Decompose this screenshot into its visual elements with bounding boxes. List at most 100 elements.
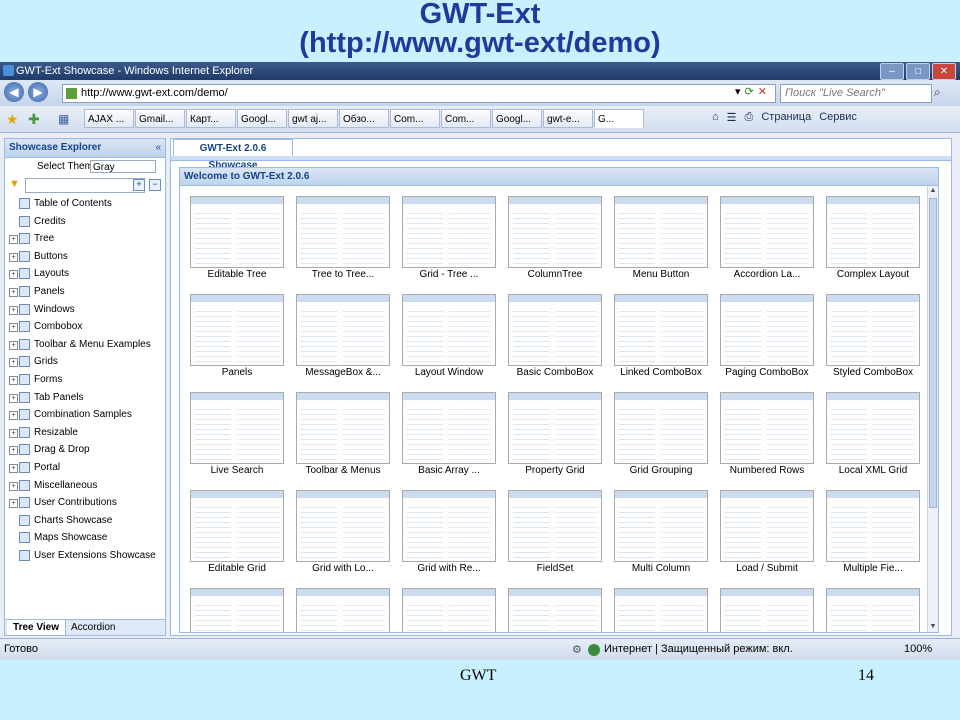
browser-tab[interactable]: Googl...	[237, 109, 287, 128]
thumbnail-image[interactable]	[190, 392, 284, 464]
page-menu[interactable]: Страница	[761, 111, 811, 124]
tree-item[interactable]: + Windows	[5, 301, 165, 319]
thumbnail-caption[interactable]: ColumnTree	[502, 269, 608, 280]
showcase-thumbnail[interactable]	[296, 588, 390, 632]
tree-item[interactable]: + Resizable	[5, 424, 165, 442]
thumbnail-caption[interactable]: Styled ComboBox	[820, 367, 926, 378]
filter-input[interactable]	[25, 178, 145, 193]
showcase-thumbnail[interactable]: ColumnTree	[508, 196, 602, 284]
thumbnail-caption[interactable]: Grid - Tree ...	[396, 269, 502, 280]
showcase-thumbnail[interactable]: Layout Window	[402, 294, 496, 382]
showcase-thumbnail[interactable]	[190, 588, 284, 632]
stop-icon[interactable]: ✕	[758, 85, 767, 98]
expand-icon[interactable]: +	[9, 428, 18, 438]
browser-tab[interactable]: Gmail...	[135, 109, 185, 128]
thumbnail-caption[interactable]: Linked ComboBox	[608, 367, 714, 378]
address-input[interactable]: http://www.gwt-ext.com/demo/	[62, 84, 776, 103]
thumbnail-image[interactable]	[402, 196, 496, 268]
browser-tab[interactable]: gwt aj...	[288, 109, 338, 128]
showcase-thumbnail[interactable]: Editable Grid	[190, 490, 284, 578]
showcase-thumbnail[interactable]	[402, 588, 496, 632]
thumbnail-image[interactable]	[190, 196, 284, 268]
tab-accordion[interactable]: Accordion	[71, 620, 115, 635]
scroll-down-icon[interactable]: ▼	[928, 622, 938, 632]
quick-tabs-icon[interactable]: ▦	[58, 112, 69, 126]
expand-icon[interactable]: +	[9, 446, 18, 456]
scroll-thumb[interactable]	[929, 198, 937, 508]
thumbnail-caption[interactable]: Load / Submit	[714, 563, 820, 574]
showcase-thumbnail[interactable]: Tree to Tree...	[296, 196, 390, 284]
thumbnail-image[interactable]	[720, 196, 814, 268]
thumbnail-caption[interactable]: Paging ComboBox	[714, 367, 820, 378]
thumbnail-image[interactable]	[826, 294, 920, 366]
status-zoom[interactable]: 100%	[904, 643, 932, 655]
thumbnail-image[interactable]	[614, 392, 708, 464]
thumbnail-image[interactable]	[508, 294, 602, 366]
thumbnail-image[interactable]	[826, 490, 920, 562]
thumbnail-caption[interactable]: Numbered Rows	[714, 465, 820, 476]
showcase-thumbnail[interactable]: FieldSet	[508, 490, 602, 578]
expand-icon[interactable]: +	[9, 463, 18, 473]
thumbnail-image[interactable]	[190, 294, 284, 366]
thumbnail-image[interactable]	[296, 196, 390, 268]
showcase-thumbnail[interactable]: Accordion La...	[720, 196, 814, 284]
expand-icon[interactable]: +	[9, 340, 18, 350]
showcase-thumbnail[interactable]: Grid - Tree ...	[402, 196, 496, 284]
thumbnail-caption[interactable]: Multi Column	[608, 563, 714, 574]
showcase-thumbnail[interactable]: Editable Tree	[190, 196, 284, 284]
thumbnail-image[interactable]	[508, 490, 602, 562]
showcase-thumbnail[interactable]	[614, 588, 708, 632]
showcase-thumbnail[interactable]: Numbered Rows	[720, 392, 814, 480]
showcase-thumbnail[interactable]	[508, 588, 602, 632]
thumbnail-image[interactable]	[402, 588, 496, 632]
showcase-thumbnail[interactable]: Basic ComboBox	[508, 294, 602, 382]
tree-item[interactable]: + Tree	[5, 230, 165, 248]
minimize-icon[interactable]: –	[880, 63, 904, 80]
tab-showcase[interactable]: GWT-Ext 2.0.6 Showcase	[173, 139, 293, 171]
service-menu[interactable]: Сервис	[819, 111, 857, 124]
tree-item[interactable]: + Panels	[5, 283, 165, 301]
thumbnail-caption[interactable]: Menu Button	[608, 269, 714, 280]
browser-tab[interactable]: AJAX ...	[84, 109, 134, 128]
thumbnail-caption[interactable]: Editable Tree	[184, 269, 290, 280]
collapse-icon[interactable]: «	[155, 139, 161, 157]
showcase-thumbnail[interactable]: Grid with Lo...	[296, 490, 390, 578]
tree-item[interactable]: + Combobox	[5, 318, 165, 336]
tree-item[interactable]: + User Contributions	[5, 494, 165, 512]
thumbnail-caption[interactable]: Layout Window	[396, 367, 502, 378]
tree-item[interactable]: + Buttons	[5, 248, 165, 266]
thumbnail-caption[interactable]: Tree to Tree...	[290, 269, 396, 280]
browser-tab[interactable]: Com...	[441, 109, 491, 128]
browser-tab[interactable]: gwt-e...	[543, 109, 593, 128]
scroll-up-icon[interactable]: ▲	[928, 186, 938, 196]
showcase-thumbnail[interactable]: Local XML Grid	[826, 392, 920, 480]
thumbnail-image[interactable]	[614, 490, 708, 562]
thumbnail-caption[interactable]: Toolbar & Menus	[290, 465, 396, 476]
browser-tab[interactable]: Обзо...	[339, 109, 389, 128]
thumbnail-image[interactable]	[720, 294, 814, 366]
tree-item[interactable]: + Drag & Drop	[5, 441, 165, 459]
search-input[interactable]: Поиск "Live Search"	[780, 84, 932, 103]
showcase-thumbnail[interactable]	[720, 588, 814, 632]
showcase-thumbnail[interactable]: Property Grid	[508, 392, 602, 480]
showcase-thumbnail[interactable]: MessageBox &...	[296, 294, 390, 382]
tree-item[interactable]: Table of Contents	[5, 195, 165, 213]
thumbnail-image[interactable]	[614, 196, 708, 268]
tree-item[interactable]: + Miscellaneous	[5, 477, 165, 495]
browser-tab[interactable]: Карт...	[186, 109, 236, 128]
showcase-thumbnail[interactable]: Toolbar & Menus	[296, 392, 390, 480]
thumbnail-image[interactable]	[296, 392, 390, 464]
favorites-star-icon[interactable]: ★	[6, 111, 19, 128]
thumbnail-image[interactable]	[190, 588, 284, 632]
thumbnail-caption[interactable]: MessageBox &...	[290, 367, 396, 378]
thumbnail-caption[interactable]: Local XML Grid	[820, 465, 926, 476]
thumbnail-image[interactable]	[402, 294, 496, 366]
thumbnail-caption[interactable]: Grid with Re...	[396, 563, 502, 574]
tree-item[interactable]: + Grids	[5, 353, 165, 371]
thumbnail-caption[interactable]: Panels	[184, 367, 290, 378]
thumbnail-caption[interactable]: Complex Layout	[820, 269, 926, 280]
thumbnail-image[interactable]	[296, 294, 390, 366]
thumbnail-image[interactable]	[826, 588, 920, 632]
thumbnail-caption[interactable]: Basic Array ...	[396, 465, 502, 476]
expand-icon[interactable]: +	[9, 481, 18, 491]
